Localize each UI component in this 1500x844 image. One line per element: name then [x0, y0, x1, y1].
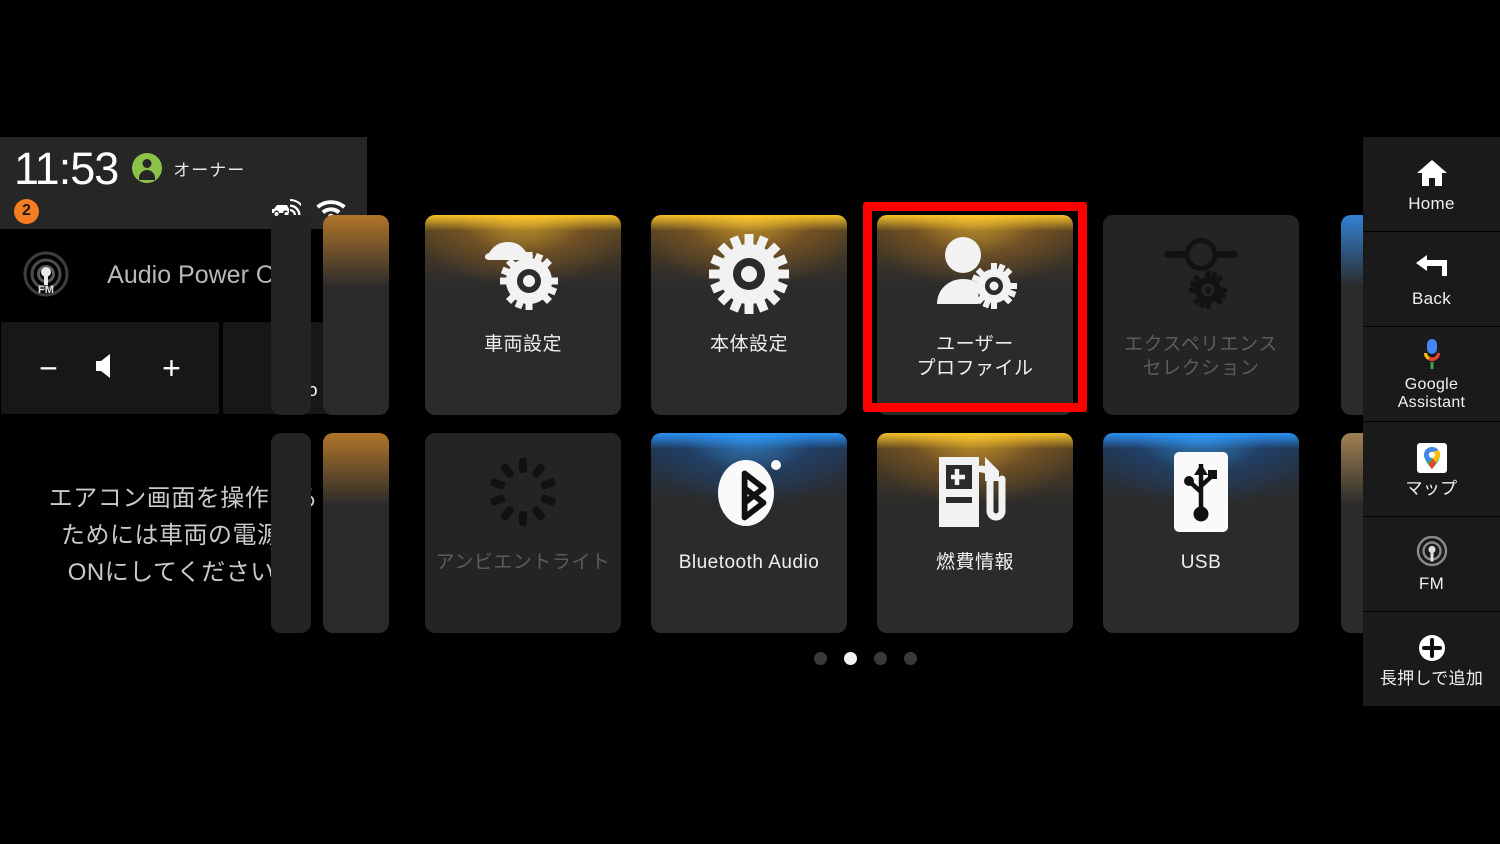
tile-label: 本体設定: [709, 334, 788, 355]
gear-icon: [707, 215, 791, 333]
hvac-message-line-1: エアコン画面を操作する: [48, 485, 319, 512]
sidebar-item-home[interactable]: Home: [1363, 137, 1500, 232]
tile-fuel-economy[interactable]: 燃費情報: [877, 433, 1073, 633]
tile-label: エクスペリエンス セレクション: [1118, 333, 1284, 382]
sidebar-item-label: マップ: [1405, 478, 1458, 498]
fm-radio-icon: [1415, 535, 1449, 571]
app-grid-row-2: アンビエントライト Bluetooth Audio 燃費情報 USB: [271, 433, 1407, 633]
sidebar-item-add-shortcut[interactable]: 長押しで追加: [1363, 612, 1500, 707]
hvac-message-line-2: ためには車両の電源を: [61, 522, 306, 550]
home-icon: [1415, 155, 1449, 191]
partial-tile-far-left-row2[interactable]: [271, 433, 311, 633]
notification-badge[interactable]: 2: [14, 198, 39, 224]
partial-tile-left-row2[interactable]: [323, 433, 389, 633]
tile-experience-selection[interactable]: エクスペリエンス セレクション: [1103, 215, 1299, 415]
fuel-pump-icon: [933, 433, 1017, 551]
google-assistant-mic-icon: [1421, 337, 1443, 373]
tile-label: 車両設定: [483, 334, 562, 355]
partial-tile-far-left-row1[interactable]: [271, 215, 311, 415]
usb-icon: [1168, 433, 1234, 551]
fm-radio-icon: FM: [20, 251, 72, 301]
plus-circle-icon: [1417, 630, 1447, 666]
user-name-label: オーナー: [173, 160, 246, 180]
right-sidebar: Home Back Google Assistant マップ FM 長押しで追加: [1363, 137, 1500, 707]
app-grid: 車両設定 本体設定 ユーザー プロファイル エクスペリエンス セレクション アン…: [271, 137, 1407, 707]
ambient-light-icon: [484, 433, 562, 551]
tile-system-settings[interactable]: 本体設定: [651, 215, 847, 415]
sidebar-item-label: FM: [1418, 573, 1445, 593]
speaker-icon[interactable]: [90, 349, 130, 388]
volume-down-button[interactable]: −: [39, 352, 58, 384]
tile-accent: [323, 215, 389, 287]
svg-text:FM: FM: [38, 284, 54, 296]
tile-label: 燃費情報: [935, 552, 1014, 573]
user-profile-settings-icon: [929, 215, 1021, 333]
avatar[interactable]: [132, 153, 163, 183]
experience-slider-icon: [1158, 215, 1244, 333]
tile-label-line-1: ユーザー: [936, 334, 1014, 355]
partial-tile-left-row1[interactable]: [323, 215, 389, 415]
volume-up-button[interactable]: +: [162, 352, 181, 384]
car-settings-icon: [477, 215, 569, 333]
tile-label: USB: [1180, 552, 1222, 573]
app-grid-row-1: 車両設定 本体設定 ユーザー プロファイル エクスペリエンス セレクション: [271, 215, 1407, 415]
page-dot-4[interactable]: [903, 652, 917, 665]
sidebar-item-maps[interactable]: マップ: [1363, 422, 1500, 517]
page-dot-2[interactable]: [843, 652, 857, 665]
clock: 11:53: [14, 142, 119, 194]
tile-bluetooth-audio[interactable]: Bluetooth Audio: [651, 433, 847, 633]
hvac-message: エアコン画面を操作する ためには車両の電源を ONにしてください。: [0, 480, 367, 592]
tile-ambient-light[interactable]: アンビエントライト: [425, 433, 621, 633]
tile-label-line-1: エクスペリエンス: [1124, 334, 1278, 355]
tile-label: Bluetooth Audio: [678, 552, 820, 573]
left-panel: 11:53 オーナー 2 FM Audio Power OFF − + エアコン…: [0, 137, 367, 640]
hvac-message-line-3: ONにしてください。: [67, 559, 300, 587]
tile-accent: [323, 433, 389, 505]
infotainment-screen: 11:53 オーナー 2 FM Audio Power OFF − + エアコン…: [0, 0, 1500, 844]
sidebar-item-label: 長押しで追加: [1379, 668, 1484, 688]
sidebar-label-line-1: Google: [1404, 375, 1459, 393]
tile-user-profile[interactable]: ユーザー プロファイル: [877, 215, 1073, 415]
status-bar: 11:53 オーナー 2: [0, 137, 367, 229]
tile-vehicle-settings[interactable]: 車両設定: [425, 215, 621, 415]
audio-status-row[interactable]: FM Audio Power OFF: [0, 229, 367, 322]
back-arrow-icon: [1413, 250, 1451, 286]
sidebar-item-label: Back: [1412, 288, 1451, 308]
tile-label: ユーザー プロファイル: [910, 333, 1039, 382]
tile-usb[interactable]: USB: [1103, 433, 1299, 633]
audio-controls-row: − + Audio: [0, 322, 367, 414]
sidebar-item-label: Home: [1408, 193, 1455, 213]
google-maps-icon: [1416, 440, 1447, 476]
sidebar-label-line-2: Assistant: [1397, 393, 1466, 411]
volume-control-group: − +: [1, 322, 219, 414]
sidebar-item-fm[interactable]: FM: [1363, 517, 1500, 612]
page-dot-3[interactable]: [873, 652, 887, 665]
page-indicator: [367, 652, 1363, 665]
status-bar-top-row: 11:53 オーナー: [14, 143, 353, 193]
sidebar-item-back[interactable]: Back: [1363, 232, 1500, 327]
tile-label-line-2: プロファイル: [916, 358, 1034, 380]
tile-label: アンビエントライト: [435, 552, 611, 573]
page-dot-1[interactable]: [813, 652, 827, 665]
sidebar-item-google-assistant[interactable]: Google Assistant: [1363, 327, 1500, 422]
tile-label-line-2: セレクション: [1142, 358, 1260, 380]
bluetooth-icon: [708, 433, 790, 551]
sidebar-item-label: Google Assistant: [1398, 376, 1466, 412]
